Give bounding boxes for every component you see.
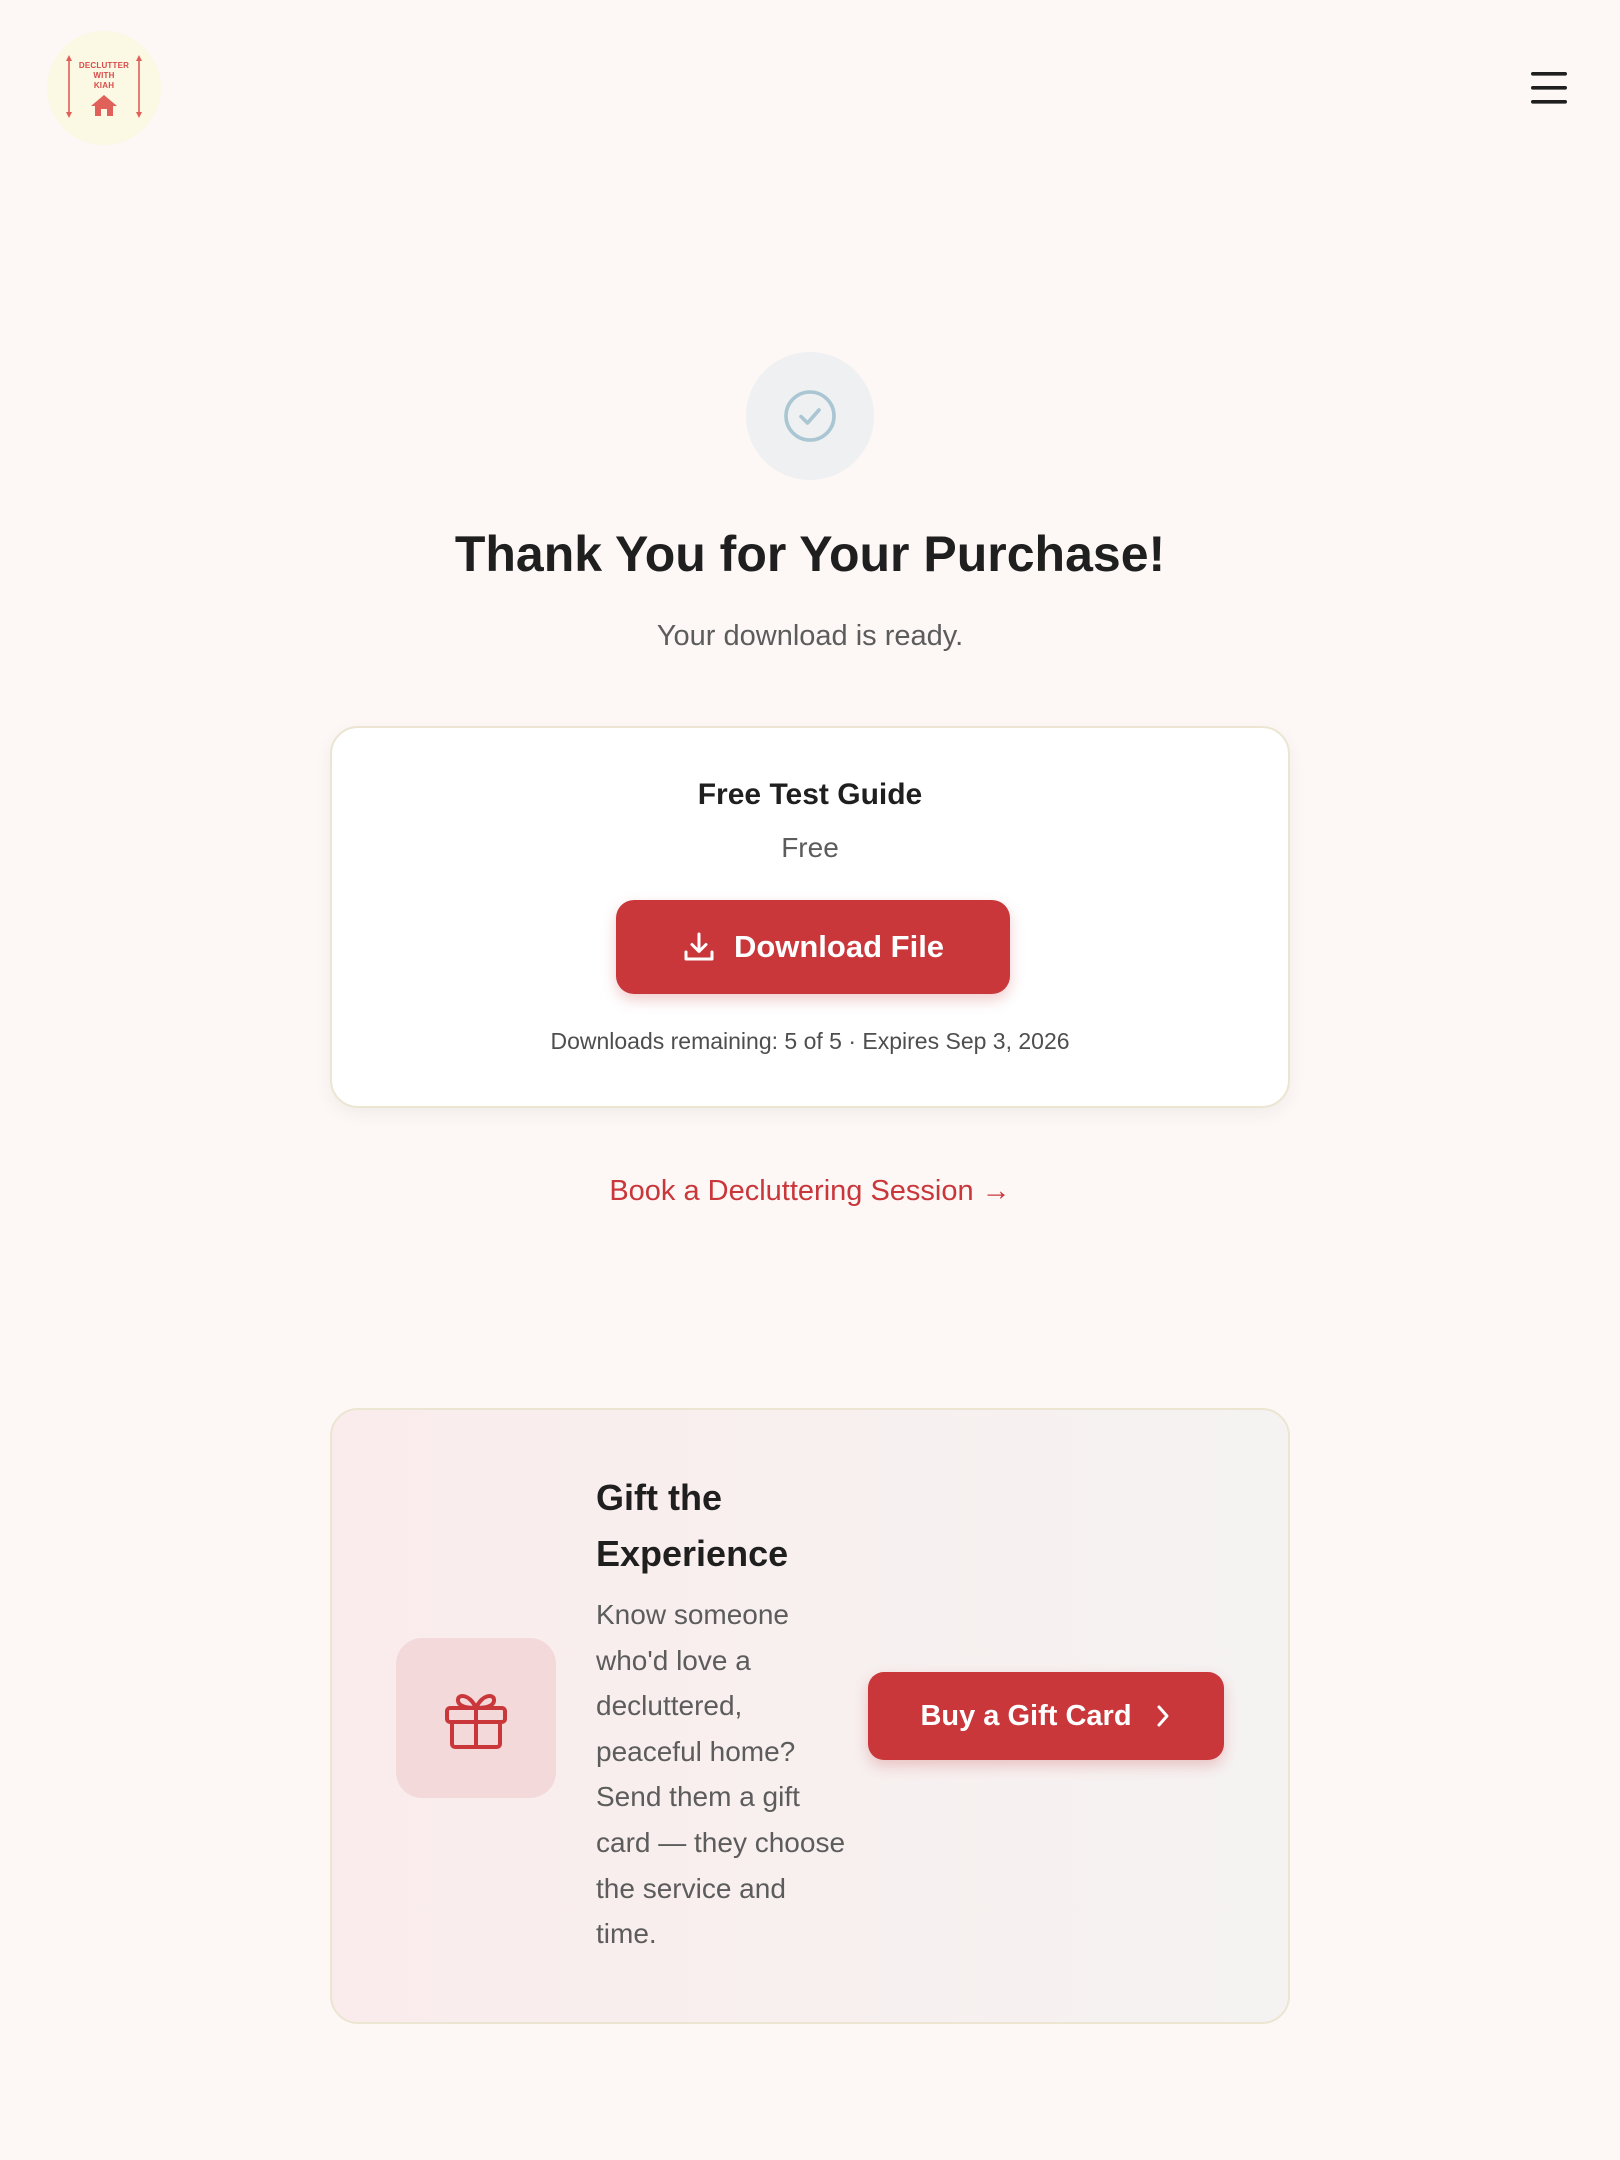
download-meta: Downloads remaining: 5 of 5 · Expires Se… xyxy=(550,1028,1070,1054)
gift-description: Know someone who'd love a decluttered, p… xyxy=(596,1599,846,1950)
check-circle-icon xyxy=(784,390,836,442)
logo-text-line-1: DECLUTTER xyxy=(78,61,130,70)
book-session-link[interactable]: Book a Decluttering Session → xyxy=(0,1175,1620,1208)
chevron-right-icon xyxy=(1157,1705,1169,1727)
download-icon xyxy=(684,932,714,961)
hamburger-menu-icon xyxy=(1531,72,1567,104)
product-price: Free xyxy=(781,832,839,863)
download-button-label: Download File xyxy=(733,929,945,964)
logo-text-line-2: WITH xyxy=(93,71,115,80)
success-badge xyxy=(746,352,874,480)
menu-button[interactable] xyxy=(1524,68,1574,108)
gift-icon-box xyxy=(396,1638,556,1798)
gift-title: Gift the Experience xyxy=(596,1477,789,1574)
gift-icon xyxy=(445,1694,507,1749)
logo[interactable]: DECLUTTER WITH KIAH xyxy=(47,31,161,145)
download-file-button[interactable]: Download File xyxy=(616,900,1010,994)
product-name: Free Test Guide xyxy=(697,778,923,811)
page-title: Thank You for Your Purchase! xyxy=(454,526,1166,582)
page-subtitle: Your download is ready. xyxy=(656,620,964,652)
house-icon xyxy=(91,95,117,116)
gift-button-label: Buy a Gift Card xyxy=(920,1699,1132,1732)
buy-gift-card-button[interactable]: Buy a Gift Card xyxy=(868,1672,1224,1760)
logo-text-line-3: KIAH xyxy=(93,81,115,90)
gift-card: Gift the Experience Know someone who'd l… xyxy=(330,1408,1290,2024)
product-card: Free Test Guide Free Download File Downl… xyxy=(330,726,1290,1108)
